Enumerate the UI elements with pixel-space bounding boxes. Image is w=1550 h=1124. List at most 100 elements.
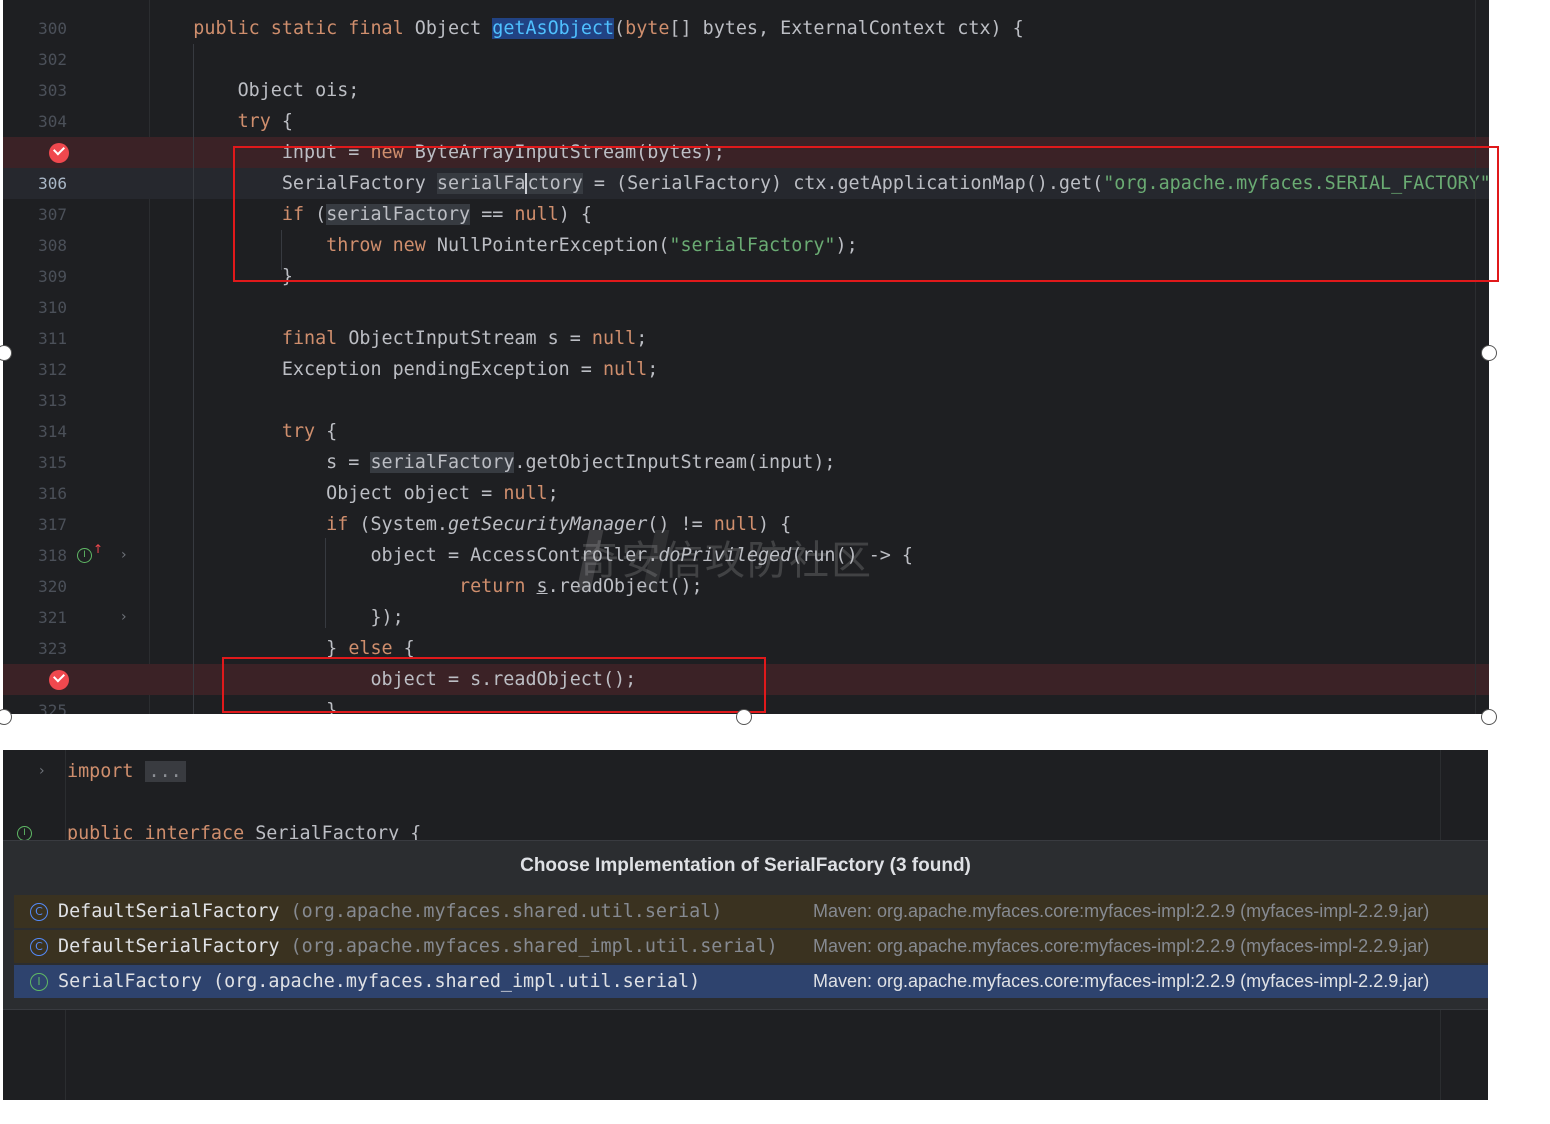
implementation-name: DefaultSerialFactory (org.apache.myfaces… <box>58 895 722 928</box>
code-line[interactable]: 302 <box>3 44 1489 75</box>
code-text[interactable]: Exception pendingException = null; <box>149 354 1489 385</box>
code-editor-top[interactable]: 300 public static final Object getAsObje… <box>3 0 1489 714</box>
code-text[interactable]: Object ois; <box>149 75 1489 106</box>
code-token: ( <box>614 18 626 39</box>
breakpoint-icon[interactable] <box>49 143 69 163</box>
line-number: 302 <box>38 50 67 69</box>
code-text[interactable]: public static final Object getAsObject(b… <box>149 13 1489 44</box>
line-number: 304 <box>38 112 67 131</box>
line-number: 309 <box>38 267 67 286</box>
code-line[interactable]: 321 › }); <box>3 602 1489 633</box>
line-number: 307 <box>38 205 67 224</box>
choose-implementation-popup[interactable]: Choose Implementation of SerialFactory (… <box>3 840 1488 1010</box>
class-name: DefaultSerialFactory <box>58 936 280 957</box>
popup-title: Choose Implementation of SerialFactory (… <box>520 855 971 876</box>
line-number: 310 <box>38 298 67 317</box>
resize-handle-bottom[interactable] <box>736 709 752 725</box>
code-token: { <box>392 638 415 659</box>
watermark-text: 奇安信攻防社区 <box>579 538 873 584</box>
line-number: 311 <box>38 329 67 348</box>
code-token: Object ois; <box>149 80 360 101</box>
code-token: Object <box>403 18 493 39</box>
code-token: .getObjectInputStream(input); <box>514 452 836 473</box>
code-token: try <box>281 421 316 442</box>
implementation-item[interactable]: C DefaultSerialFactory (org.apache.myface… <box>14 930 1488 963</box>
implementation-item[interactable]: I SerialFactory (org.apache.myfaces.share… <box>14 965 1488 998</box>
line-number: 306 <box>38 174 67 193</box>
line-number: 323 <box>38 639 67 658</box>
line-number: 318 <box>38 546 67 565</box>
code-line[interactable]: 310 <box>3 292 1489 323</box>
code-line[interactable]: 314 try { <box>3 416 1489 447</box>
resize-handle-bottom-left[interactable] <box>0 709 12 725</box>
code-token: s = <box>149 452 371 473</box>
line-number: 315 <box>38 453 67 472</box>
code-token: final <box>281 328 338 349</box>
interface-icon[interactable]: I <box>17 826 32 841</box>
code-token: Exception pendingException = <box>149 359 603 380</box>
fold-chevron-icon[interactable]: › <box>121 602 127 633</box>
resize-handle-bottom-right[interactable] <box>1481 709 1497 725</box>
code-token: ; <box>547 483 559 504</box>
code-line[interactable]: 304 try { <box>3 106 1489 137</box>
code-line[interactable]: 316 Object object = null; <box>3 478 1489 509</box>
code-text[interactable]: import ... <box>67 756 186 787</box>
code-line[interactable]: › import ... <box>3 756 1488 787</box>
code-line[interactable]: 303 Object ois; <box>3 75 1489 106</box>
line-number: 317 <box>38 515 67 534</box>
implementation-item[interactable]: C DefaultSerialFactory (org.apache.myface… <box>14 895 1488 928</box>
line-number: 308 <box>38 236 67 255</box>
interface-icon: I <box>30 973 48 991</box>
code-token: else <box>348 638 393 659</box>
line-number: 314 <box>38 422 67 441</box>
code-token: try <box>237 111 271 132</box>
code-line[interactable]: 315 s = serialFactory.getObjectInputStre… <box>3 447 1489 478</box>
code-token: public static final <box>193 18 404 39</box>
code-text[interactable]: }); <box>149 602 1489 633</box>
fold-chevron-icon[interactable]: › <box>39 756 45 787</box>
implementation-name: DefaultSerialFactory (org.apache.myfaces… <box>58 930 778 963</box>
code-text[interactable]: try { <box>149 106 1489 137</box>
annotation-box-read-object <box>222 657 766 713</box>
override-arrow-icon: ↑ <box>93 542 104 556</box>
package-name: (org.apache.myfaces.shared_impl.util.ser… <box>290 936 778 957</box>
implementation-name: SerialFactory (org.apache.myfaces.shared… <box>58 965 700 998</box>
code-token: byte <box>625 18 670 39</box>
package-name: (org.apache.myfaces.shared.util.serial) <box>290 901 723 922</box>
annotation-box-serial-factory <box>233 146 1499 282</box>
code-line[interactable]: 312 Exception pendingException = null; <box>3 354 1489 385</box>
code-line[interactable]: 313 <box>3 385 1489 416</box>
code-token: import <box>67 761 134 782</box>
breakpoint-icon[interactable] <box>49 670 69 690</box>
code-token: serialFactory <box>370 452 515 473</box>
code-token: } <box>149 638 349 659</box>
line-number: 300 <box>38 19 67 38</box>
code-text[interactable]: s = serialFactory.getObjectInputStream(i… <box>149 447 1489 478</box>
resize-handle-right[interactable] <box>1481 345 1497 361</box>
code-text[interactable]: final ObjectInputStream s = null; <box>149 323 1489 354</box>
code-line[interactable]: 300 public static final Object getAsObje… <box>3 13 1489 44</box>
line-number: 313 <box>38 391 67 410</box>
code-token: ... <box>144 761 186 782</box>
code-token: getAsObject <box>492 18 615 39</box>
code-line[interactable]: 311 final ObjectInputStream s = null; <box>3 323 1489 354</box>
code-text[interactable]: try { <box>149 416 1489 447</box>
fold-chevron-icon[interactable]: › <box>121 540 127 571</box>
class-icon: C <box>30 903 48 921</box>
class-name: DefaultSerialFactory <box>58 901 280 922</box>
line-number: 316 <box>38 484 67 503</box>
implements-icon[interactable]: I <box>77 548 92 563</box>
line-number: 303 <box>38 81 67 100</box>
code-token: null <box>602 359 648 380</box>
class-icon: C <box>30 938 48 956</box>
code-token: }); <box>149 607 404 628</box>
code-token: if <box>326 514 349 535</box>
code-token: ObjectInputStream s = <box>337 328 592 349</box>
code-token: null <box>591 328 637 349</box>
library-source: Maven: org.apache.myfaces.core:myfaces-i… <box>813 936 1430 956</box>
code-text[interactable]: Object object = null; <box>149 478 1489 509</box>
